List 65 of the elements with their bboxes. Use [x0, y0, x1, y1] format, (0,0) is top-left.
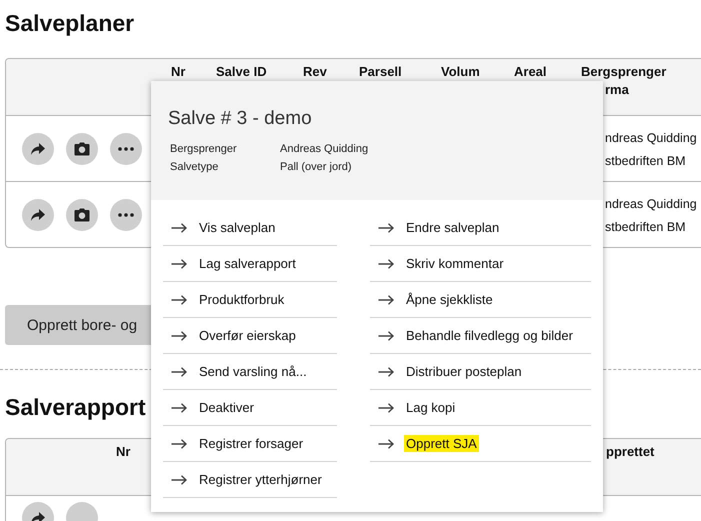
column-header: Rev	[303, 64, 327, 80]
menu-item[interactable]: Send varsling nå...	[163, 354, 337, 390]
detail-label: Bergsprenger	[170, 143, 238, 155]
arrow-icon	[378, 222, 394, 232]
detail-value: Pall (over jord)	[280, 161, 353, 173]
camera-button[interactable]	[66, 199, 98, 231]
column-header: Areal	[514, 64, 547, 80]
arrow-icon	[378, 294, 394, 304]
arrow-icon	[171, 294, 187, 304]
camera-icon	[74, 208, 90, 222]
menu-item[interactable]: Deaktiver	[163, 390, 337, 426]
menu-item[interactable]: Skriv kommentar	[370, 246, 591, 282]
table-cell-text: stbedriften BM	[604, 153, 687, 170]
more-button[interactable]	[110, 133, 142, 165]
menu-item[interactable]: Registrer ytterhjørner	[163, 462, 337, 498]
camera-button[interactable]	[66, 133, 98, 165]
arrow-icon	[378, 402, 394, 412]
table-cell-text: ndreas Quidding	[604, 130, 698, 147]
detail-value: Andreas Quidding	[280, 143, 370, 155]
more-icon	[118, 213, 134, 217]
column-header: Parsell	[359, 64, 402, 80]
arrow-icon	[171, 438, 187, 448]
menu-item[interactable]: Produktforbruk	[163, 282, 337, 318]
column-header: Nr	[116, 444, 130, 460]
menu-item[interactable]: Endre salveplan	[370, 210, 591, 246]
menu-item[interactable]: Distribuer posteplan	[370, 354, 591, 390]
popup-title: Salve # 3 - demo	[168, 108, 313, 130]
column-header: Bergsprenger	[581, 64, 666, 80]
share-button[interactable]	[22, 199, 54, 231]
table-cell-text: stbedriften BM	[604, 219, 687, 236]
column-header: Salve ID	[216, 64, 267, 80]
share-button[interactable]	[22, 133, 54, 165]
arrow-icon	[378, 366, 394, 376]
arrow-icon	[378, 438, 394, 448]
arrow-icon	[171, 330, 187, 340]
more-icon	[118, 147, 134, 151]
arrow-icon	[171, 222, 187, 232]
column-header: pprettet	[605, 444, 654, 460]
menu-item[interactable]: Overfør eierskap	[163, 318, 337, 354]
column-header: Nr	[171, 64, 186, 80]
menu-item[interactable]: Vis salveplan	[163, 210, 337, 246]
more-button[interactable]	[110, 199, 142, 231]
arrow-icon	[378, 330, 394, 340]
arrow-icon	[171, 366, 187, 376]
arrow-icon	[171, 258, 187, 268]
camera-icon	[74, 142, 90, 156]
share-icon	[30, 511, 46, 521]
arrow-icon	[171, 474, 187, 484]
column-header: rma	[604, 82, 629, 98]
share-icon	[30, 208, 46, 222]
share-icon	[30, 142, 46, 156]
menu-item[interactable]: Åpne sjekkliste	[370, 282, 591, 318]
column-header: Volum	[441, 64, 480, 80]
create-button[interactable]: Opprett bore- og	[5, 305, 151, 345]
menu-item[interactable]: Lag kopi	[370, 390, 591, 426]
detail-label: Salvetype	[170, 161, 220, 173]
table-cell-text: ndreas Quidding	[604, 196, 698, 213]
menu-item[interactable]: Registrer forsager	[163, 426, 337, 462]
menu-item[interactable]: Opprett SJA	[370, 426, 591, 462]
arrow-icon	[378, 258, 394, 268]
page-heading: Salveplaner	[5, 9, 134, 36]
section-heading: Salverapport	[5, 394, 146, 420]
menu-item[interactable]: Behandle filvedlegg og bilder	[370, 318, 591, 354]
arrow-icon	[171, 402, 187, 412]
menu-item[interactable]: Lag salverapport	[163, 246, 337, 282]
